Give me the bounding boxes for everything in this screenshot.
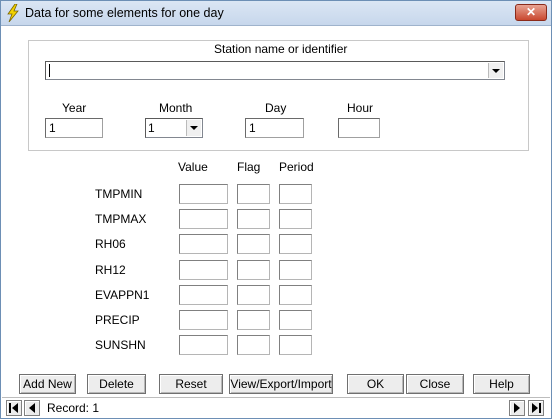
element-label: EVAPPN1 — [95, 288, 150, 302]
flag-cell[interactable] — [237, 285, 270, 305]
element-label: RH12 — [95, 263, 126, 277]
hour-label: Hour — [347, 101, 374, 115]
last-record-button[interactable] — [528, 400, 544, 416]
value-cell[interactable] — [179, 184, 228, 204]
flag-column-header: Flag — [237, 160, 261, 174]
previous-record-icon[interactable] — [26, 402, 38, 414]
delete-button[interactable]: Delete — [87, 374, 146, 394]
period-cell[interactable] — [279, 335, 312, 355]
close-button[interactable]: Close — [406, 374, 464, 394]
flag-cell[interactable] — [237, 209, 270, 229]
value-cell[interactable] — [179, 285, 228, 305]
chevron-down-icon[interactable] — [488, 63, 503, 78]
month-value: 1 — [148, 121, 155, 135]
hour-input[interactable] — [338, 118, 380, 138]
view-export-import-button[interactable]: View/Export/Import — [229, 374, 333, 394]
value-cell[interactable] — [179, 310, 228, 330]
add-new-button[interactable]: Add New — [19, 374, 76, 394]
first-record-icon[interactable] — [8, 402, 20, 414]
value-cell[interactable] — [179, 234, 228, 254]
close-icon[interactable]: ✕ — [526, 5, 536, 19]
station-combobox[interactable] — [45, 61, 505, 80]
value-cell[interactable] — [179, 335, 228, 355]
flag-cell[interactable] — [237, 335, 270, 355]
station-label: Station name or identifier — [214, 42, 348, 56]
reset-button[interactable]: Reset — [159, 374, 223, 394]
text-cursor — [49, 64, 50, 77]
year-label: Year — [62, 101, 87, 115]
next-record-button[interactable] — [509, 400, 525, 416]
next-record-icon[interactable] — [511, 402, 523, 414]
flag-cell[interactable] — [237, 234, 270, 254]
element-label: RH06 — [95, 237, 126, 251]
period-cell[interactable] — [279, 209, 312, 229]
day-label: Day — [265, 101, 287, 115]
period-cell[interactable] — [279, 184, 312, 204]
month-select[interactable]: 1 — [145, 118, 203, 138]
period-cell[interactable] — [279, 260, 312, 280]
window-title: Data for some elements for one day — [25, 6, 224, 20]
first-record-button[interactable] — [6, 400, 22, 416]
help-button[interactable]: Help — [473, 374, 530, 394]
dialog-window: Data for some elements for one day ✕ Sta… — [0, 0, 552, 419]
element-label: PRECIP — [95, 313, 140, 327]
period-cell[interactable] — [279, 285, 312, 305]
title-bar: Data for some elements for one day ✕ — [1, 1, 551, 26]
month-label: Month — [159, 101, 193, 115]
element-label: TMPMAX — [95, 212, 147, 226]
flag-cell[interactable] — [237, 260, 270, 280]
value-cell[interactable] — [179, 260, 228, 280]
flag-cell[interactable] — [237, 310, 270, 330]
period-cell[interactable] — [279, 310, 312, 330]
last-record-icon[interactable] — [530, 402, 542, 414]
element-label: SUNSHN — [95, 338, 146, 352]
ok-button[interactable]: OK — [347, 374, 404, 394]
flag-cell[interactable] — [237, 184, 270, 204]
lightning-icon — [6, 3, 20, 23]
value-cell[interactable] — [179, 209, 228, 229]
close-window-button[interactable]: ✕ — [515, 4, 547, 21]
period-column-header: Period — [279, 160, 314, 174]
value-column-header: Value — [178, 160, 208, 174]
record-navigator: Record: 1 — [2, 397, 550, 417]
period-cell[interactable] — [279, 234, 312, 254]
year-input[interactable] — [45, 118, 103, 138]
previous-record-button[interactable] — [24, 400, 40, 416]
day-input[interactable] — [245, 118, 304, 138]
element-label: TMPMIN — [95, 187, 143, 201]
record-indicator: Record: 1 — [47, 401, 100, 415]
chevron-down-icon[interactable] — [186, 120, 201, 136]
